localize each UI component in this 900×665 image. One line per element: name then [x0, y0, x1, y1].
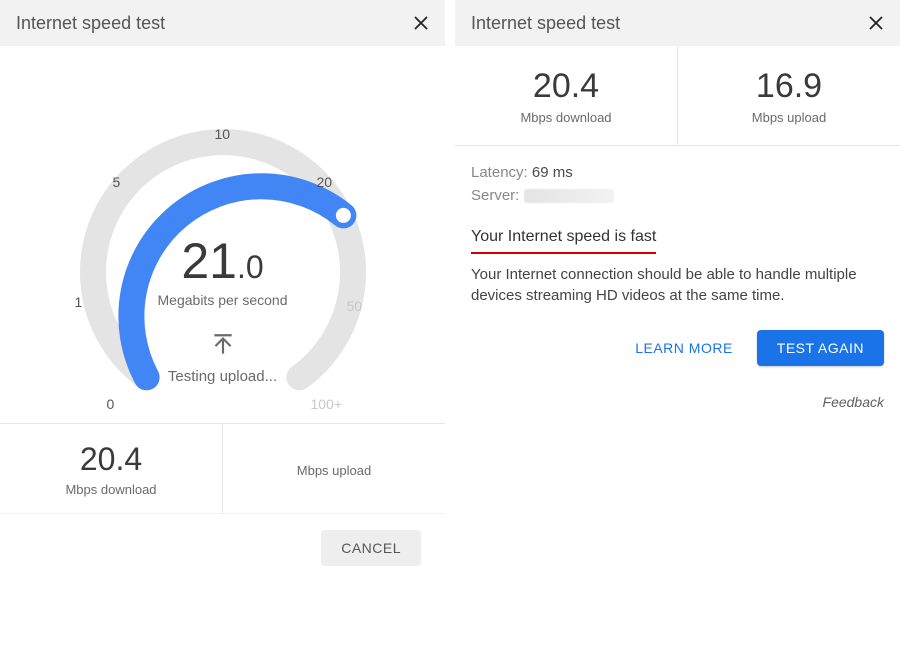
result-download-label: Mbps download [520, 110, 611, 125]
speed-test-result-panel: Internet speed test 20.4 Mbps download 1… [455, 0, 900, 665]
result-stats-row: 20.4 Mbps download 16.9 Mbps upload [455, 46, 900, 146]
gauge-area: 0 1 5 10 20 50 100+ 21.0 Megabits per se… [0, 46, 445, 424]
gauge-tick-20: 20 [317, 174, 333, 190]
server-line: Server: [471, 187, 884, 204]
test-again-button[interactable]: TEST AGAIN [757, 330, 884, 366]
cancel-button[interactable]: CANCEL [321, 530, 421, 566]
download-label: Mbps download [65, 482, 156, 497]
latency-line: Latency: 69 ms [471, 164, 884, 181]
gauge-value: 21.0 [43, 236, 403, 286]
learn-more-link[interactable]: LEARN MORE [629, 332, 739, 364]
feedback-link[interactable]: Feedback [455, 366, 900, 410]
result-message: Your Internet connection should be able … [471, 264, 884, 306]
panel-header: Internet speed test [0, 0, 445, 46]
close-button[interactable] [407, 9, 435, 37]
button-row: CANCEL [0, 514, 445, 566]
upload-status-text: Testing upload... [168, 368, 277, 385]
panel-title: Internet speed test [16, 13, 407, 34]
upload-stat: Mbps upload [222, 424, 445, 513]
result-upload-value: 16.9 [756, 67, 822, 106]
result-download-stat: 20.4 Mbps download [455, 46, 677, 145]
gauge-tick-5: 5 [113, 174, 121, 190]
server-value-redacted [524, 189, 614, 203]
gauge-center: 21.0 Megabits per second Testing upload.… [43, 236, 403, 385]
result-upload-stat: 16.9 Mbps upload [677, 46, 900, 145]
gauge-unit: Megabits per second [43, 292, 403, 308]
server-label: Server: [471, 187, 519, 204]
close-icon [867, 14, 885, 32]
upload-status: Testing upload... [43, 332, 403, 385]
download-value: 20.4 [80, 441, 142, 478]
close-button[interactable] [862, 9, 890, 37]
result-download-value: 20.4 [533, 67, 599, 106]
gauge: 0 1 5 10 20 50 100+ 21.0 Megabits per se… [43, 86, 403, 406]
upload-arrow-icon [210, 332, 236, 362]
result-headline: Your Internet speed is fast [471, 228, 656, 254]
latency-value: 69 ms [532, 164, 573, 181]
gauge-tick-100: 100+ [311, 396, 343, 412]
speed-test-running-panel: Internet speed test 0 1 5 10 20 50 100+ [0, 0, 445, 665]
panel-title: Internet speed test [471, 13, 862, 34]
result-upload-label: Mbps upload [752, 110, 826, 125]
panel-header: Internet speed test [455, 0, 900, 46]
gauge-value-decimal: .0 [237, 249, 264, 285]
gauge-value-integer: 21 [181, 233, 237, 289]
action-row: LEARN MORE TEST AGAIN [455, 306, 900, 366]
gauge-tick-0: 0 [107, 396, 115, 412]
close-icon [412, 14, 430, 32]
result-details: Latency: 69 ms Server: Your Internet spe… [455, 146, 900, 306]
gauge-tick-10: 10 [215, 126, 231, 142]
latency-label: Latency: [471, 164, 528, 181]
upload-label: Mbps upload [297, 463, 371, 478]
download-stat: 20.4 Mbps download [0, 424, 222, 513]
running-stats-row: 20.4 Mbps download Mbps upload [0, 424, 445, 514]
